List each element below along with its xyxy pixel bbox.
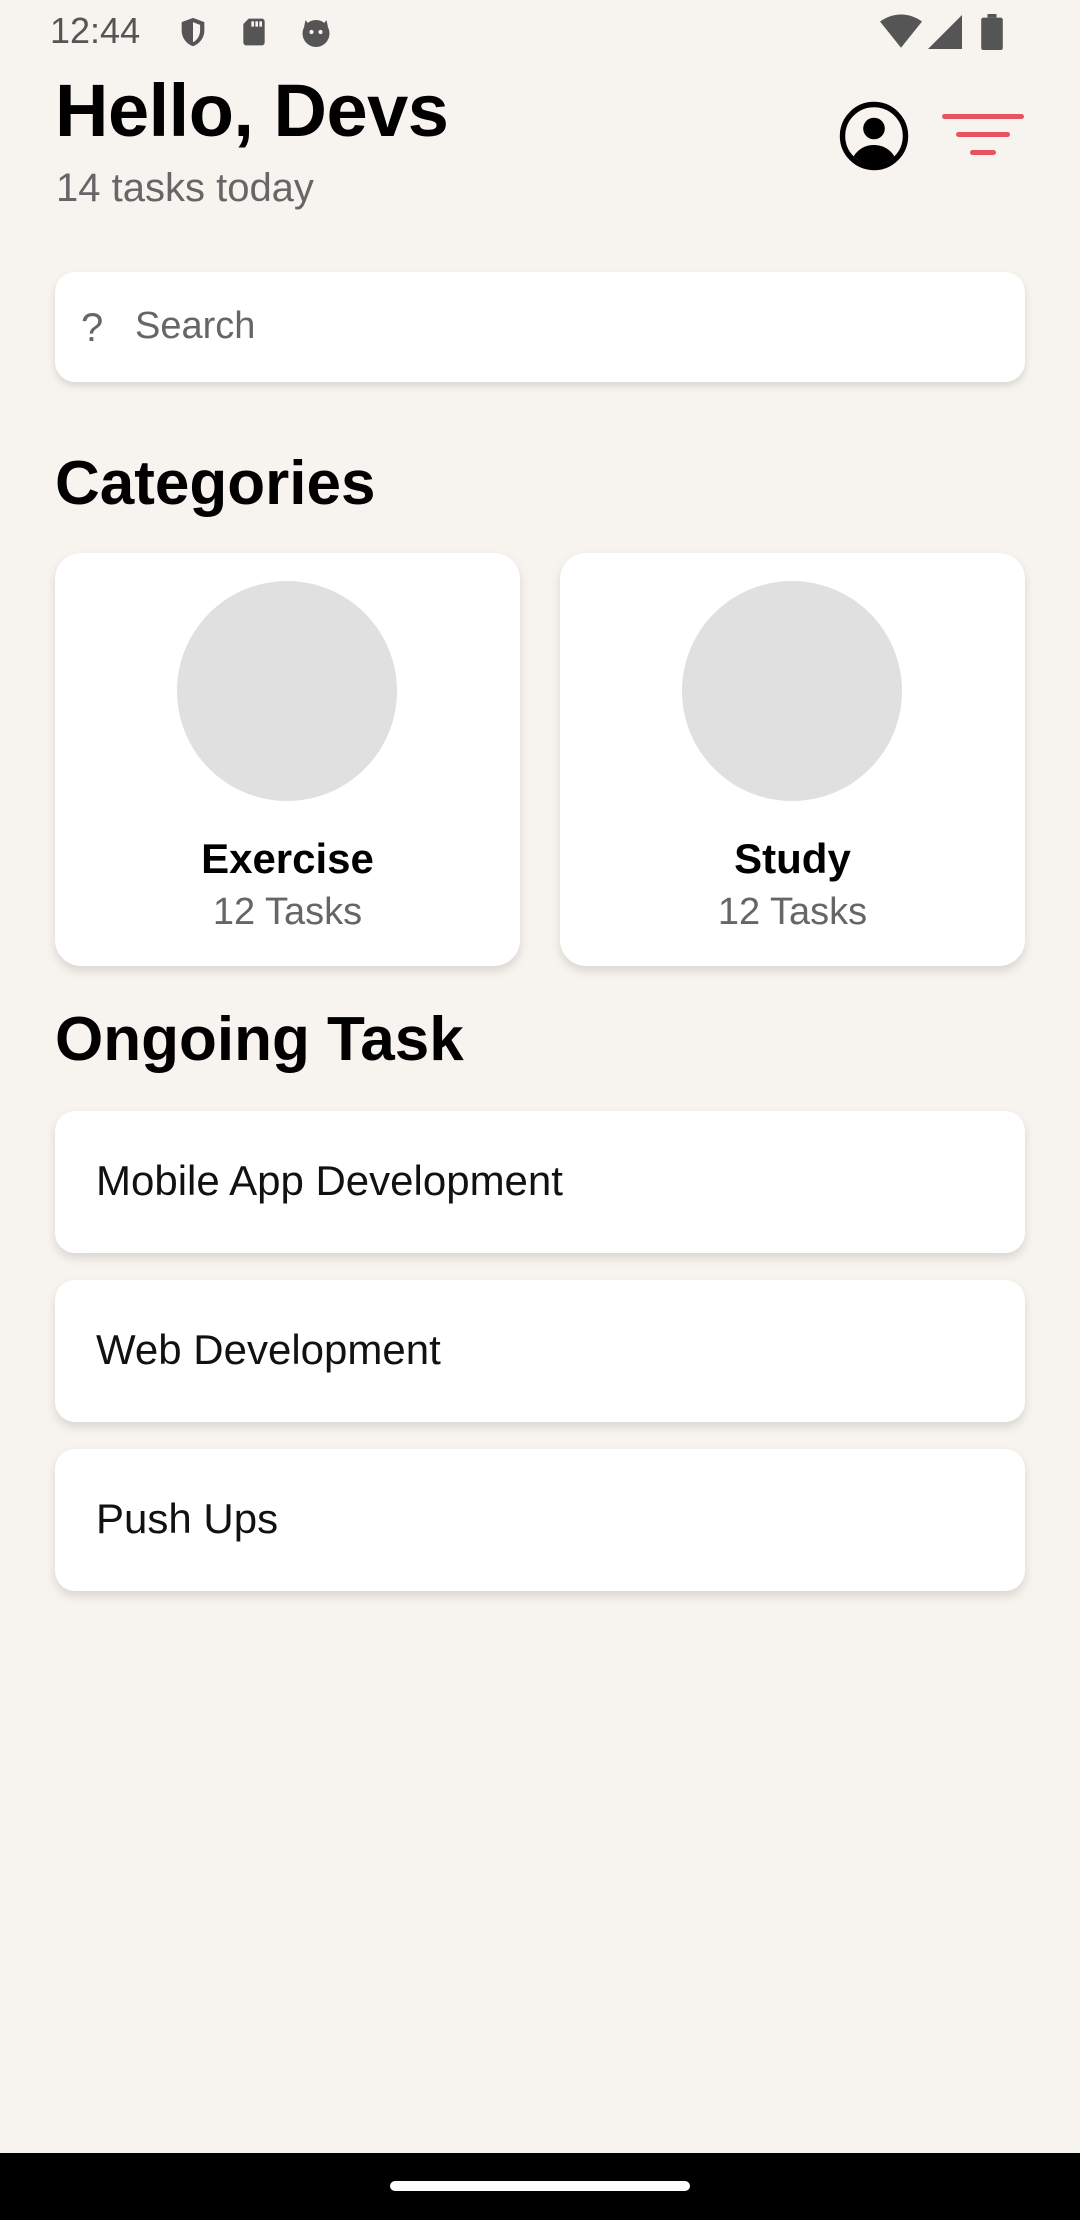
search-input[interactable]	[135, 300, 995, 352]
category-card-exercise[interactable]: Exercise 12 Tasks	[55, 553, 520, 966]
categories-heading: Categories	[55, 449, 376, 518]
greeting-title: Hello, Devs	[55, 69, 449, 152]
signal-icon	[928, 14, 962, 55]
search-box[interactable]: ?	[55, 272, 1025, 382]
battery-icon	[980, 14, 1004, 55]
task-label: Mobile App Development	[96, 1157, 563, 1204]
task-label: Push Ups	[96, 1495, 279, 1542]
ongoing-task-heading: Ongoing Task	[55, 1005, 464, 1074]
shield-icon	[176, 14, 210, 55]
task-label: Web Development	[96, 1326, 441, 1373]
category-image-placeholder	[682, 581, 902, 801]
category-task-count: 12 Tasks	[212, 891, 363, 933]
app-screen: 12:44 Hello, Devs 14 tasks today ? Searc…	[0, 0, 1080, 2220]
sd-card-icon	[238, 14, 270, 55]
task-card[interactable]: Mobile App Development	[55, 1111, 1025, 1253]
status-time: 12:44	[50, 10, 141, 51]
filter-button[interactable]	[942, 110, 1024, 160]
system-navigation-bar	[0, 2153, 1080, 2220]
task-card[interactable]: Push Ups	[55, 1449, 1025, 1591]
wifi-icon	[880, 14, 922, 55]
category-name: Study	[734, 835, 851, 882]
profile-button[interactable]	[838, 100, 910, 172]
cat-icon	[298, 14, 334, 55]
category-task-count: 12 Tasks	[717, 891, 868, 933]
search-icon: ?	[81, 306, 104, 350]
category-card-study[interactable]: Study 12 Tasks	[560, 553, 1025, 966]
home-indicator[interactable]	[390, 2181, 690, 2191]
status-bar: 12:44	[0, 0, 1080, 66]
filter-icon	[942, 114, 1024, 155]
task-card[interactable]: Web Development	[55, 1280, 1025, 1422]
category-name: Exercise	[201, 835, 374, 882]
task-count-subtitle: 14 tasks today	[56, 166, 314, 210]
account-circle-icon	[839, 101, 909, 171]
category-image-placeholder	[177, 581, 397, 801]
